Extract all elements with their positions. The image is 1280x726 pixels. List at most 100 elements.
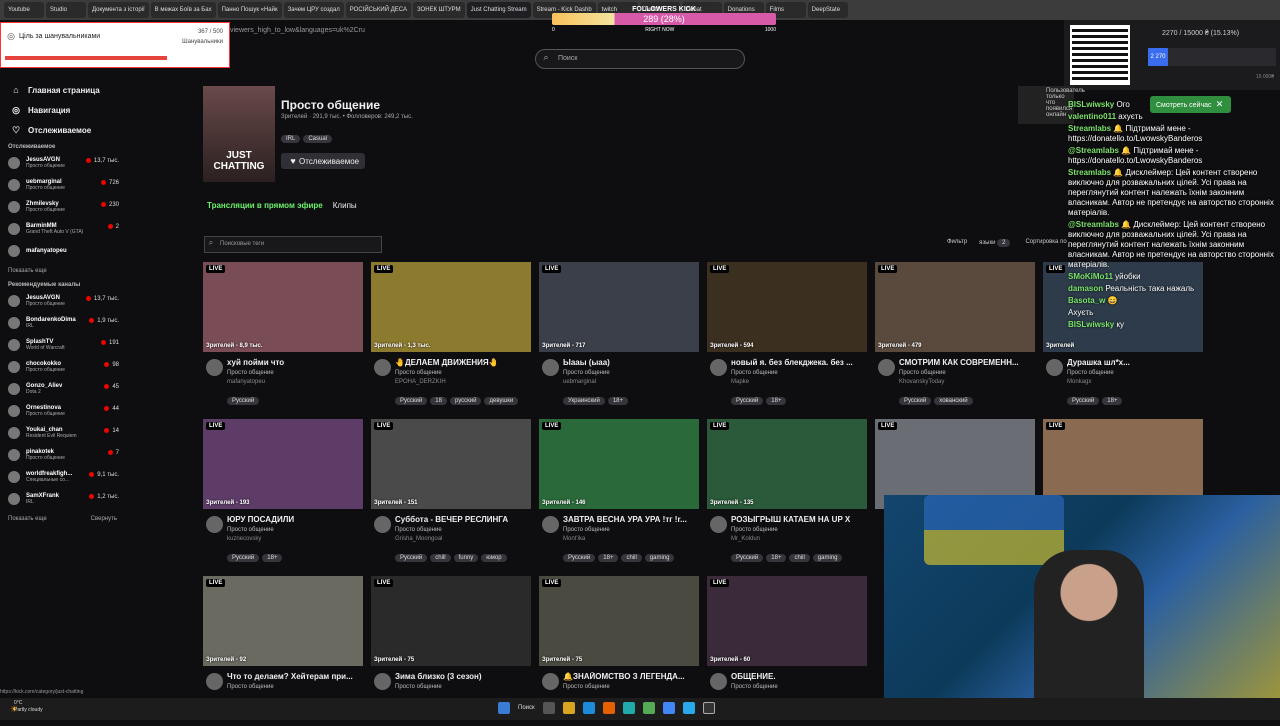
stream-thumbnail[interactable]: LIVE Зрителей - 479 — [875, 262, 1035, 352]
chat-username[interactable]: Streamlabs — [1068, 124, 1113, 133]
channel-avatar[interactable] — [1046, 359, 1063, 376]
browser-tab[interactable]: Just Chatting Stream — [466, 2, 531, 18]
chat-username[interactable]: BISLwiwsky — [1068, 100, 1116, 109]
channel-avatar[interactable] — [374, 673, 391, 690]
stream-tag[interactable]: Русский — [227, 397, 260, 405]
stream-title[interactable]: ЮРУ ПОСАДИЛИ — [227, 515, 361, 524]
browser-tab[interactable]: Панно Пошук «Найк — [217, 2, 282, 18]
channel-avatar[interactable] — [710, 673, 727, 690]
stream-thumbnail[interactable]: LIVE Зрителей - 135 — [707, 419, 867, 509]
category-tag[interactable]: IRL — [281, 135, 301, 143]
stream-category[interactable]: Просто общение — [731, 370, 778, 376]
filter-label[interactable]: Фильтр — [947, 239, 967, 247]
channel-item[interactable]: Zhmilevsky Просто общение 230 — [0, 196, 125, 218]
browser-tab[interactable]: Зачем ЦРУ создал — [283, 2, 344, 18]
stream-title[interactable]: новый я. без блекджека. без ... — [731, 358, 865, 367]
stream-channel[interactable]: Mont'ika — [563, 536, 585, 542]
browser-tab[interactable]: Studio — [46, 2, 86, 18]
stream-title[interactable]: Суббота - ВЕЧЕР РЕСЛИНГА — [395, 515, 529, 524]
stream-thumbnail[interactable]: LIVE Зрителей - 60 — [707, 576, 867, 666]
channel-item[interactable]: BondarenkoDima IRL 1,9 тыс. — [0, 312, 125, 334]
stream-tag[interactable]: русский — [449, 397, 482, 405]
stream-category[interactable]: Просто общение — [395, 684, 442, 690]
channel-item[interactable]: JesusAVGN Просто общение 13,7 тыс. — [0, 290, 125, 312]
stream-tag[interactable]: 18+ — [766, 397, 787, 405]
stream-category[interactable]: Просто общение — [227, 370, 274, 376]
browser-tab[interactable]: DeepState — [807, 2, 848, 18]
stream-tag[interactable]: 18 — [430, 397, 447, 405]
stream-category[interactable]: Просто общение — [227, 527, 274, 533]
channel-avatar[interactable] — [710, 359, 727, 376]
file-explorer-icon[interactable] — [562, 702, 575, 714]
chat-username[interactable]: @Streamlabs — [1068, 146, 1121, 155]
channel-avatar[interactable] — [542, 359, 559, 376]
stream-category[interactable]: Просто общение — [563, 684, 610, 690]
stream-category[interactable]: Просто общение — [563, 370, 610, 376]
channel-item[interactable]: chocokokko Просто общение 98 — [0, 356, 125, 378]
channel-item[interactable]: Youkai_chan Resident Evil Requiem 14 — [0, 422, 125, 444]
windows-start-icon[interactable] — [498, 702, 510, 714]
follow-category-button[interactable]: ♥ Отслеживаемое — [281, 153, 366, 169]
stream-tag[interactable]: chill — [621, 554, 642, 562]
channel-item[interactable]: Ornestinova Просто общение 44 — [0, 400, 125, 422]
stream-card[interactable]: LIVE Зрителей - 146 ЗАВТРА ВЕСНА УРА УРА !… — [539, 419, 699, 569]
taskbar-search[interactable]: Поиск — [518, 705, 535, 711]
stream-tag[interactable]: Русский — [1067, 397, 1100, 405]
stream-channel[interactable]: Monkagx — [1067, 379, 1091, 385]
stream-category[interactable]: Просто общение — [731, 684, 778, 690]
stream-tag[interactable]: юмор — [481, 554, 507, 562]
stream-tag[interactable]: хованский — [934, 397, 973, 405]
stream-tag[interactable]: Русский — [899, 397, 932, 405]
stream-tag[interactable]: Русский — [731, 397, 764, 405]
channel-avatar[interactable] — [374, 516, 391, 533]
stream-title[interactable]: СМОТРИМ КАК СОВРЕМЕНН... — [899, 358, 1033, 367]
stream-title[interactable]: ОБЩЕНИЕ. — [731, 672, 865, 681]
stream-card[interactable]: LIVE Зрителей - 193 ЮРУ ПОСАДИЛИ Просто общ… — [203, 419, 363, 569]
stream-channel[interactable]: Mr_Koldun — [731, 536, 760, 542]
sort-dropdown[interactable]: Сортировка по — [1025, 239, 1066, 247]
stream-category[interactable]: Просто общение — [395, 370, 442, 376]
app-icon[interactable] — [642, 702, 655, 714]
browser-tab[interactable]: РОСІЙСЬКИЙ ДЕСА — [345, 2, 411, 18]
channel-item[interactable]: SplashTV World of Warcraft 191 — [0, 334, 125, 356]
browser-tab[interactable]: В межах Боїв за Бах — [150, 2, 216, 18]
stream-tag[interactable]: 18+ — [766, 554, 787, 562]
stream-channel[interactable]: kuznecovsky — [227, 536, 261, 542]
channel-item[interactable]: BarminMM Grand Theft Auto V (GTA) 2 — [0, 218, 125, 240]
stream-tag[interactable]: Русский — [395, 554, 428, 562]
chat-username[interactable]: Basota_w — [1068, 296, 1108, 305]
browser-tab[interactable]: ЗОНЕК ШТУРМ — [412, 2, 465, 18]
stream-thumbnail[interactable]: LIVE Зрителей - 75 — [539, 576, 699, 666]
stream-thumbnail[interactable]: LIVE Зрителей - 8,9 тыс. — [203, 262, 363, 352]
recommended-show-more[interactable]: Показать еще — [8, 516, 47, 522]
channel-item[interactable]: worldfreakfigh... Специальные со... 9,1 ты… — [0, 466, 125, 488]
stream-thumbnail[interactable]: LIVE Зрителей - 151 — [371, 419, 531, 509]
stream-tag[interactable]: Русский — [563, 554, 596, 562]
stream-channel[interactable]: uebmarginal — [563, 379, 596, 385]
channel-item[interactable]: Gonzo_Aliev Dota 2 45 — [0, 378, 125, 400]
stream-tag[interactable]: Русский — [227, 554, 260, 562]
stream-tag[interactable]: 18+ — [607, 397, 629, 405]
stream-title[interactable]: РОЗЫГРЫШ КАТАЕМ НА UP X — [731, 515, 865, 524]
nav-item[interactable]: ◎ Навигация — [0, 100, 125, 120]
stream-category[interactable]: Просто общение — [899, 370, 946, 376]
channel-item[interactable]: mafanyatopeu — [0, 240, 125, 262]
stream-tag[interactable]: Русский — [731, 554, 764, 562]
stream-channel[interactable]: mafanyatopeu — [227, 379, 265, 385]
stream-tag[interactable]: gaming — [812, 554, 843, 562]
stream-category[interactable]: Просто общение — [563, 527, 610, 533]
stream-channel[interactable]: KhovanskyToday — [899, 379, 944, 385]
channel-avatar[interactable] — [542, 516, 559, 533]
stream-title[interactable]: 🔔ЗНАЙОМСТВО З ЛЕГЕНДА... — [563, 672, 697, 681]
channel-item[interactable]: pinakotek Просто общение 7 — [0, 444, 125, 466]
stream-card[interactable]: LIVE Зрителей - 135 РОЗЫГРЫШ КАТАЕМ НА UP … — [707, 419, 867, 569]
app-icon[interactable] — [622, 702, 635, 714]
stream-tag[interactable]: девушки — [484, 397, 519, 405]
channel-avatar[interactable] — [542, 673, 559, 690]
browser-tab[interactable]: Youtube — [4, 2, 44, 18]
stream-thumbnail[interactable]: LIVE Зрителей - 92 — [203, 576, 363, 666]
stream-tag[interactable]: Русский — [395, 397, 428, 405]
stream-card[interactable]: LIVE Зрителей - 594 новый я. без блекджека… — [707, 262, 867, 412]
stream-card[interactable]: LIVE Зрителей - 8,9 тыс. хуй пойми что Прос… — [203, 262, 363, 412]
browser-tab[interactable]: Документа з історії — [88, 2, 149, 18]
